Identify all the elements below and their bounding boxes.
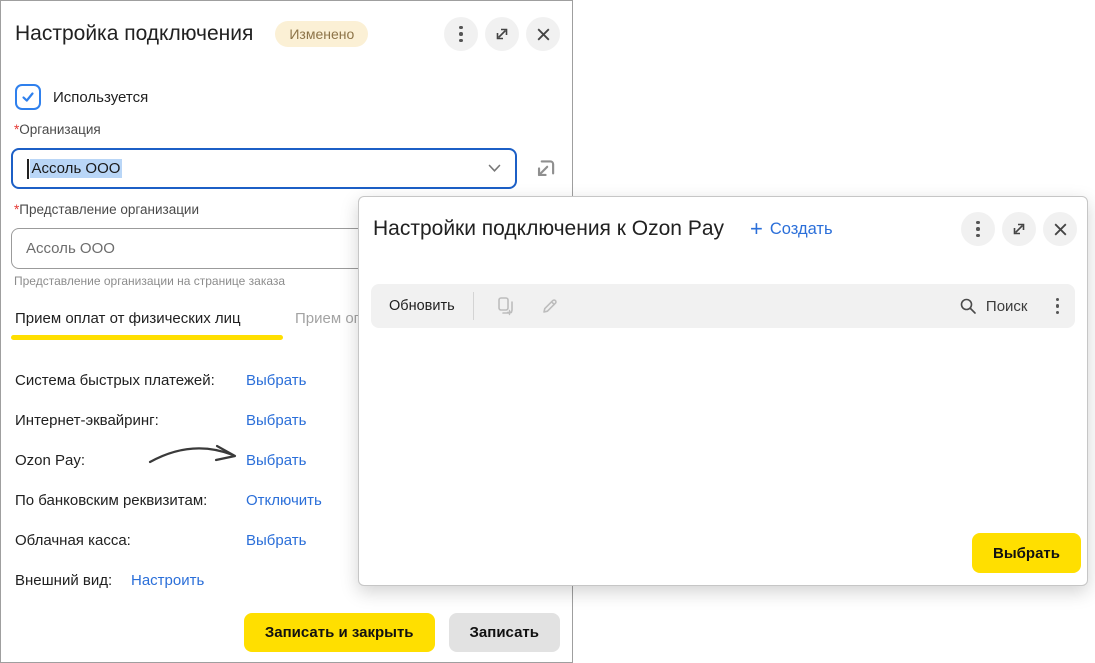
kebab-icon	[1056, 298, 1060, 315]
connection-dialog-footer: Записать и закрыть Записать	[244, 613, 560, 652]
save-and-close-button[interactable]: Записать и закрыть	[244, 613, 435, 652]
header-icons	[961, 212, 1077, 246]
chevron-down-icon	[488, 164, 501, 173]
organization-label: *Организация	[14, 122, 101, 137]
text-caret	[27, 159, 29, 179]
close-button[interactable]	[526, 17, 560, 51]
close-icon	[535, 26, 552, 43]
refresh-button[interactable]: Обновить	[389, 298, 455, 314]
setting-label: Внешний вид:	[15, 561, 112, 601]
usage-checkbox-label: Используется	[53, 89, 148, 106]
tab-second[interactable]: Прием оп	[295, 310, 362, 327]
create-button[interactable]: + Создать	[750, 218, 833, 240]
organization-input[interactable]: Ассоль ООО	[11, 148, 517, 189]
expand-button[interactable]	[1002, 212, 1036, 246]
setting-label: По банковским реквизитам:	[15, 481, 207, 521]
setting-label: Интернет-эквайринг:	[15, 401, 159, 441]
ozon-pay-select-link[interactable]: Выбрать	[246, 441, 306, 481]
usage-checkbox-row: Используется	[15, 84, 148, 110]
dropdown-button[interactable]	[488, 164, 501, 173]
open-organization-button[interactable]	[529, 153, 561, 185]
setting-label: Система быстрых платежей:	[15, 361, 215, 401]
create-by-copy-button[interactable]	[492, 292, 520, 320]
usage-checkbox[interactable]	[15, 84, 41, 110]
plus-icon: +	[750, 218, 763, 240]
select-button[interactable]: Выбрать	[972, 533, 1081, 573]
edit-button[interactable]	[536, 292, 564, 320]
expand-icon	[494, 26, 510, 42]
bank-details-disable-link[interactable]: Отключить	[246, 481, 322, 521]
expand-button[interactable]	[485, 17, 519, 51]
setting-label: Ozon Pay:	[15, 441, 85, 481]
pencil-icon	[539, 295, 561, 317]
organization-label-text: Организация	[19, 122, 100, 137]
ozon-dialog-header: Настройки подключения к Ozon Pay + Созда…	[373, 210, 1077, 248]
presentation-hint: Представление организации на странице за…	[14, 274, 285, 288]
header-icons	[444, 17, 560, 51]
search-button[interactable]: Поиск	[959, 297, 1028, 315]
screen: Настройка подключения Изменено	[0, 0, 1095, 663]
presentation-label-text: Представление организации	[19, 202, 199, 217]
close-icon	[1052, 221, 1069, 238]
kebab-icon	[459, 26, 463, 43]
presentation-value: Ассоль ООО	[26, 240, 115, 257]
checkmark-icon	[20, 89, 36, 105]
goto-arrow-icon	[532, 156, 558, 182]
close-button[interactable]	[1043, 212, 1077, 246]
toolbar-menu-button[interactable]	[1056, 298, 1060, 315]
empty-list-area[interactable]	[371, 337, 1075, 521]
modified-badge: Изменено	[275, 21, 368, 47]
organization-value: Ассоль ООО	[30, 159, 123, 178]
kebab-icon	[976, 221, 980, 238]
sbp-select-link[interactable]: Выбрать	[246, 361, 306, 401]
more-menu-button[interactable]	[444, 17, 478, 51]
setting-label: Облачная касса:	[15, 521, 131, 561]
expand-icon	[1011, 221, 1027, 237]
more-menu-button[interactable]	[961, 212, 995, 246]
connection-dialog-header: Настройка подключения Изменено	[15, 15, 560, 53]
appearance-configure-link[interactable]: Настроить	[131, 561, 204, 601]
acquiring-select-link[interactable]: Выбрать	[246, 401, 306, 441]
copy-plus-icon	[495, 295, 517, 317]
toolbar-divider	[473, 292, 474, 320]
search-label: Поиск	[986, 298, 1028, 315]
search-icon	[959, 297, 977, 315]
dialog-title: Настройки подключения к Ozon Pay	[373, 217, 724, 241]
list-toolbar: Обновить Пои	[371, 284, 1075, 328]
hand-drawn-arrow-annotation	[147, 441, 245, 467]
dialog-title: Настройка подключения	[15, 22, 253, 46]
tab-individual-payments[interactable]: Прием оплат от физических лиц	[15, 310, 241, 327]
ozon-pay-settings-dialog: Настройки подключения к Ozon Pay + Созда…	[358, 196, 1088, 586]
active-tab-underline	[11, 335, 283, 340]
presentation-label: *Представление организации	[14, 202, 199, 217]
cloud-cashbox-select-link[interactable]: Выбрать	[246, 521, 306, 561]
save-button[interactable]: Записать	[449, 613, 560, 652]
create-button-label: Создать	[770, 220, 833, 239]
